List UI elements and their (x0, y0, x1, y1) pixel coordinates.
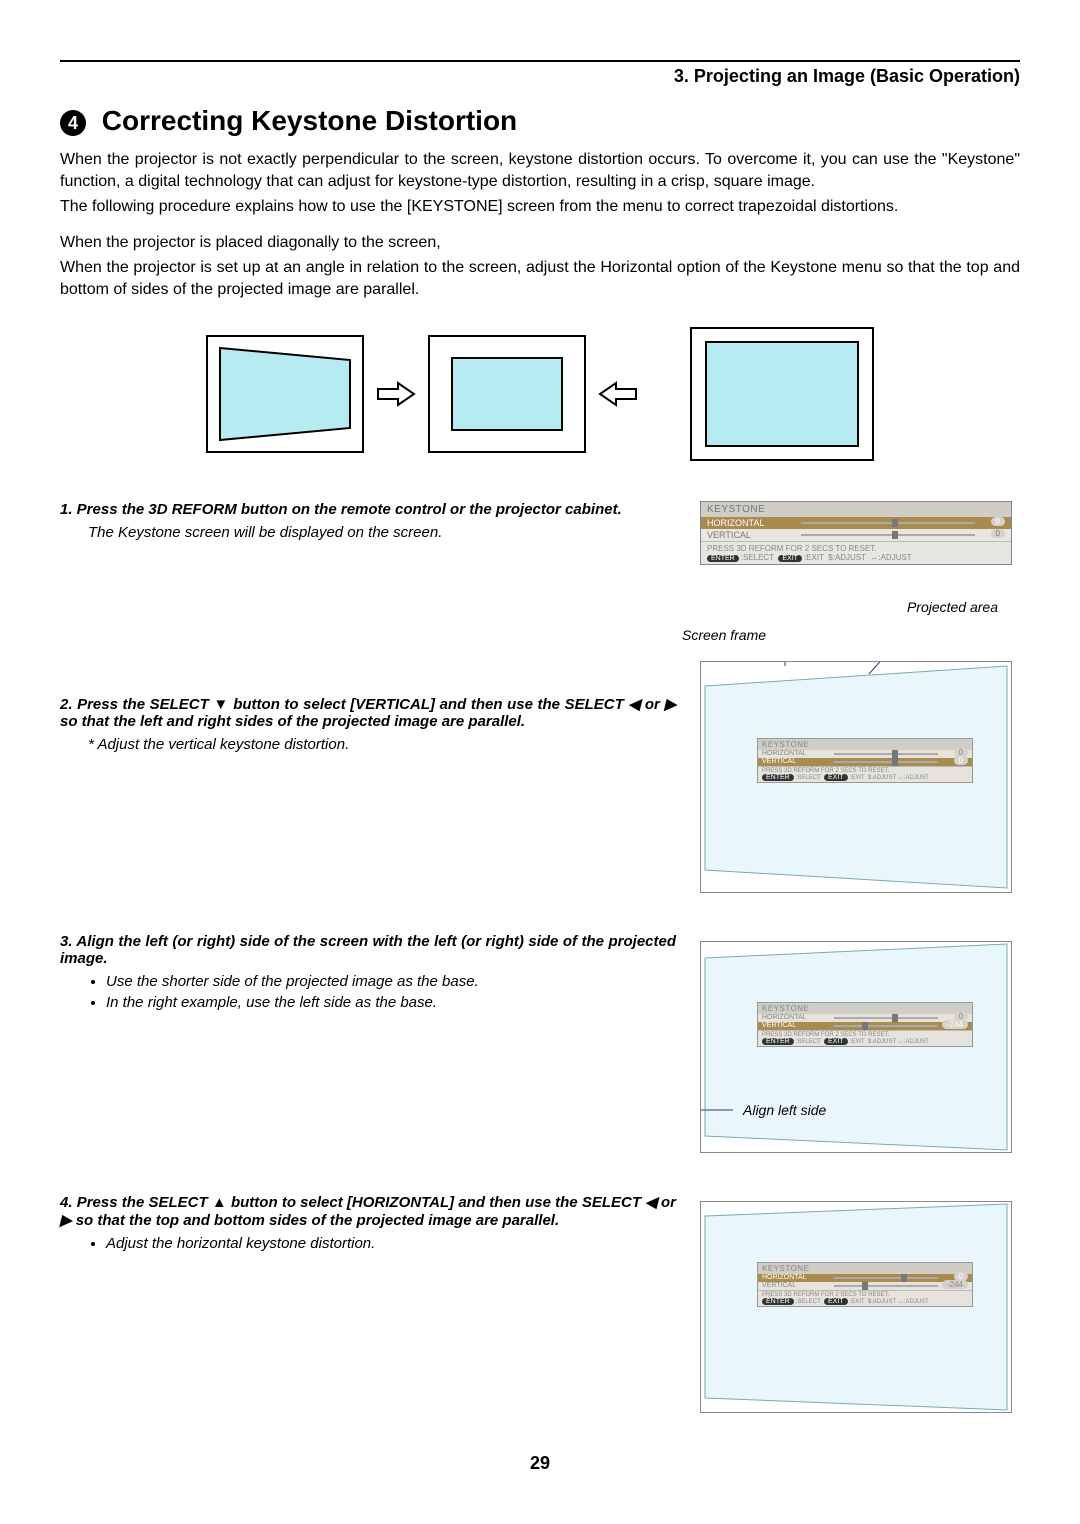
intro-p2: The following procedure explains how to … (60, 196, 1020, 218)
mini-menu-step4: KEYSTONE HORIZONTAL 0 VERTICAL -244 PRES… (757, 1262, 973, 1307)
step4-bullets: Adjust the horizontal keystone distortio… (106, 1235, 676, 1252)
step2-note: * Adjust the vertical keystone distortio… (88, 736, 676, 753)
step1-note: The Keystone screen will be displayed on… (88, 524, 676, 541)
mini-menu-step2: KEYSTONE HORIZONTAL 0 VERTICAL 0 PRESS 3… (757, 738, 973, 783)
page-title: 4 Correcting Keystone Distortion (60, 105, 1020, 137)
horizontal-slider: 0 (795, 519, 1005, 527)
trapezoid-box-mid (428, 335, 586, 453)
screen-frame-step3: KEYSTONE HORIZONTAL 0 VERTICAL -244 PRES… (700, 941, 1012, 1153)
step3-instruction: 3. Align the left (or right) side of the… (60, 933, 676, 967)
section-header: 3. Projecting an Image (Basic Operation) (60, 66, 1020, 87)
projected-trapezoid-step3 (701, 942, 1011, 1152)
intro-text: When the projector is not exactly perpen… (60, 149, 1020, 301)
arrow-right-icon (376, 379, 416, 409)
step-1: 1. Press the 3D REFORM button on the rem… (60, 501, 1020, 565)
step-3: 3. Align the left (or right) side of the… (60, 933, 1020, 1153)
label-align-left: Align left side (743, 1102, 826, 1118)
step4-instruction: 4. Press the SELECT ▲ button to select [… (60, 1193, 676, 1229)
menu-row-horizontal: HORIZONTAL 0 (701, 517, 1011, 529)
title-text: Correcting Keystone Distortion (102, 105, 517, 136)
intro-p1: When the projector is not exactly perpen… (60, 149, 1020, 192)
label-screen-frame: Screen frame (682, 627, 766, 643)
label-projected-area: Projected area (907, 599, 998, 615)
trapezoid-box-left (206, 335, 364, 453)
menu-footer: PRESS 3D REFORM FOR 2 SECS TO RESET. ENT… (701, 541, 1011, 564)
projected-trapezoid-step4 (701, 1202, 1011, 1412)
screen-frame-box: KEYSTONE HORIZONTAL 0 VERTICAL 0 PRESS 3… (700, 661, 1012, 893)
keystone-menu-panel: KEYSTONE HORIZONTAL 0 VERTICAL 0 (700, 501, 1012, 565)
vertical-slider: 0 (795, 531, 1005, 539)
intro-p4: When the projector is set up at an angle… (60, 257, 1020, 300)
step-2: 2. Press the SELECT ▼ button to select [… (60, 605, 1020, 893)
header-rule (60, 60, 1020, 62)
step1-figure: KEYSTONE HORIZONTAL 0 VERTICAL 0 (700, 501, 1020, 565)
step-number-icon: 4 (60, 110, 86, 136)
menu-title: KEYSTONE (701, 502, 1011, 517)
corrected-box (690, 327, 874, 461)
intro-p3: When the projector is placed diagonally … (60, 232, 1020, 254)
step3-bullets: Use the shorter side of the projected im… (106, 973, 676, 1011)
menu-row-vertical: VERTICAL 0 (701, 529, 1011, 541)
page-number: 29 (60, 1453, 1020, 1474)
step3-figure: KEYSTONE HORIZONTAL 0 VERTICAL -244 PRES… (700, 933, 1020, 1153)
arrow-left-icon (598, 379, 638, 409)
step1-instruction: 1. Press the 3D REFORM button on the rem… (60, 501, 676, 518)
keystone-diagram-row (60, 327, 1020, 461)
step-4: 4. Press the SELECT ▲ button to select [… (60, 1193, 1020, 1413)
screen-frame-step4: KEYSTONE HORIZONTAL 0 VERTICAL -244 PRES… (700, 1201, 1012, 1413)
mini-menu-step3: KEYSTONE HORIZONTAL 0 VERTICAL -244 PRES… (757, 1002, 973, 1047)
step2-instruction: 2. Press the SELECT ▼ button to select [… (60, 695, 676, 730)
step2-figure: Projected area Screen frame KEYSTONE HOR… (700, 605, 1020, 893)
step4-figure: KEYSTONE HORIZONTAL 0 VERTICAL -244 PRES… (700, 1193, 1020, 1413)
